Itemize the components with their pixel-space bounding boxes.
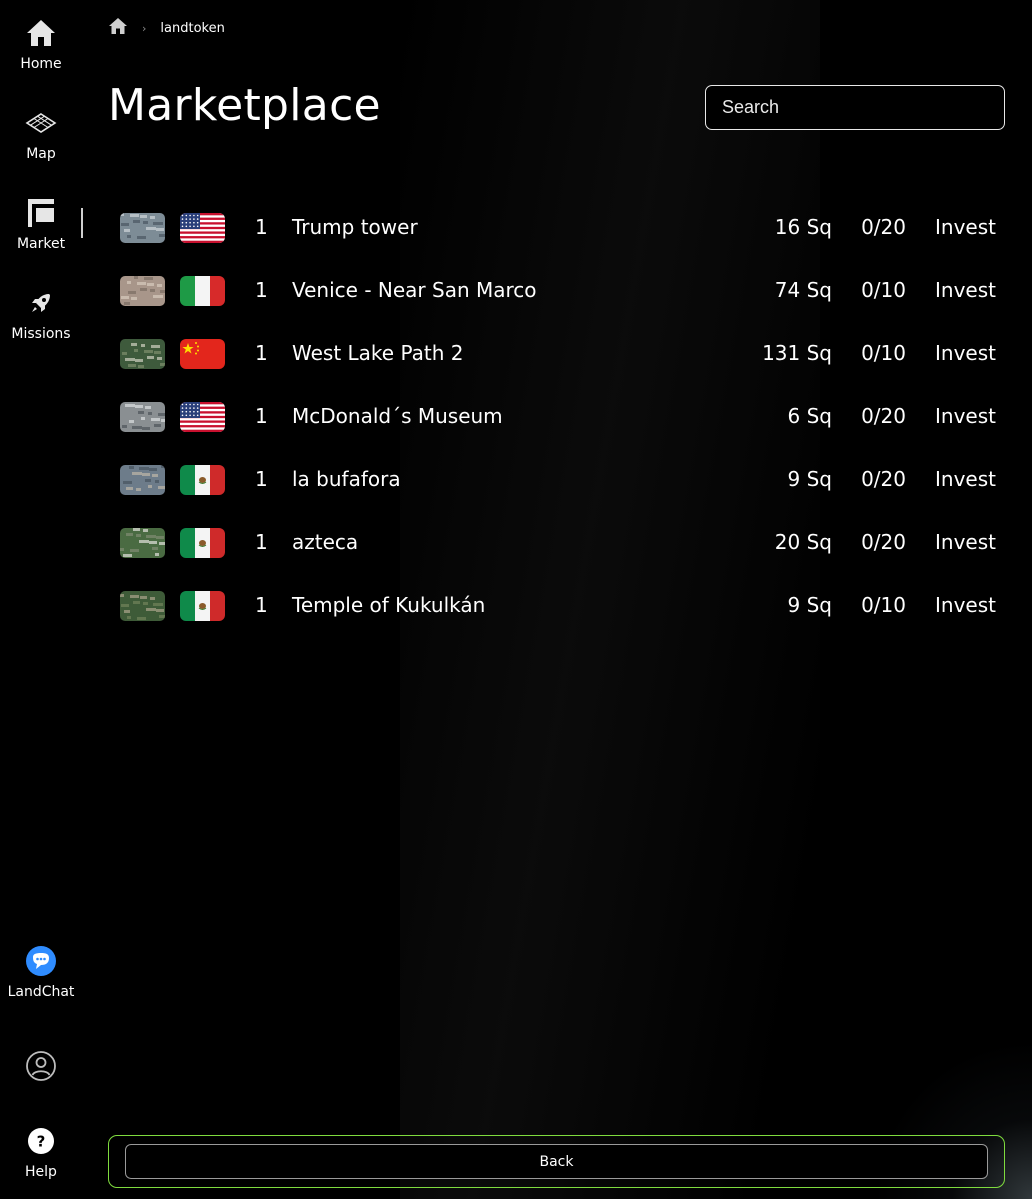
country-flag-icon bbox=[180, 339, 225, 369]
nav-home[interactable]: Home bbox=[0, 16, 82, 72]
listing-name[interactable]: Venice - Near San Marco bbox=[292, 278, 537, 302]
property-thumbnail bbox=[120, 402, 165, 432]
listing-table: 1 Trump tower 16 Sq 0/20 Invest 1 Venice - Nea… bbox=[108, 196, 1008, 637]
home-icon bbox=[24, 16, 58, 50]
chevron-right-icon: › bbox=[142, 21, 147, 35]
nav-help[interactable]: ? Help bbox=[0, 1124, 82, 1180]
country-flag-icon bbox=[180, 465, 225, 495]
page-title: Marketplace bbox=[108, 80, 381, 131]
listing-slots: 0/10 bbox=[861, 341, 906, 365]
listing-name[interactable]: Temple of Kukulkán bbox=[292, 593, 485, 617]
breadcrumb-home-icon[interactable] bbox=[108, 17, 128, 39]
country-flag-icon bbox=[180, 276, 225, 306]
nav-profile[interactable] bbox=[0, 1049, 82, 1083]
listing-name[interactable]: azteca bbox=[292, 530, 358, 554]
country-flag-icon bbox=[180, 528, 225, 558]
invest-button[interactable]: Invest bbox=[935, 404, 996, 428]
nav-landchat-label: LandChat bbox=[7, 984, 75, 1000]
listing-size: 20 Sq bbox=[774, 530, 832, 554]
listing-quantity: 1 bbox=[255, 530, 268, 554]
invest-button[interactable]: Invest bbox=[935, 593, 996, 617]
rocket-icon bbox=[24, 286, 58, 320]
listing-row[interactable]: 1 la bufafora 9 Sq 0/20 Invest bbox=[108, 448, 1008, 511]
listing-quantity: 1 bbox=[255, 593, 268, 617]
svg-text:?: ? bbox=[37, 1133, 46, 1151]
listing-row[interactable]: 1 Trump tower 16 Sq 0/20 Invest bbox=[108, 196, 1008, 259]
nav-map[interactable]: Map bbox=[0, 106, 82, 162]
listing-quantity: 1 bbox=[255, 341, 268, 365]
back-button[interactable]: Back bbox=[125, 1144, 988, 1179]
listing-slots: 0/20 bbox=[861, 530, 906, 554]
property-thumbnail bbox=[120, 465, 165, 495]
listing-size: 74 Sq bbox=[774, 278, 832, 302]
nav-help-label: Help bbox=[25, 1164, 57, 1180]
listing-slots: 0/20 bbox=[861, 215, 906, 239]
country-flag-icon bbox=[180, 591, 225, 621]
property-thumbnail bbox=[120, 339, 165, 369]
market-icon bbox=[24, 196, 58, 230]
property-thumbnail bbox=[120, 276, 165, 306]
listing-row[interactable]: 1 West Lake Path 2 131 Sq 0/10 Invest bbox=[108, 322, 1008, 385]
help-icon: ? bbox=[24, 1124, 58, 1158]
listing-name[interactable]: la bufafora bbox=[292, 467, 401, 491]
nav-market[interactable]: Market bbox=[0, 196, 83, 252]
property-thumbnail bbox=[120, 591, 165, 621]
listing-quantity: 1 bbox=[255, 215, 268, 239]
property-thumbnail bbox=[120, 213, 165, 243]
invest-button[interactable]: Invest bbox=[935, 341, 996, 365]
country-flag-icon bbox=[180, 213, 225, 243]
nav-landchat[interactable]: LandChat bbox=[0, 944, 82, 1000]
listing-slots: 0/20 bbox=[861, 404, 906, 428]
listing-row[interactable]: 1 Temple of Kukulkán 9 Sq 0/10 Invest bbox=[108, 574, 1008, 637]
nav-missions-label: Missions bbox=[11, 326, 71, 342]
listing-quantity: 1 bbox=[255, 467, 268, 491]
nav-map-label: Map bbox=[26, 146, 56, 162]
nav-market-label: Market bbox=[16, 236, 66, 252]
breadcrumb-current[interactable]: landtoken bbox=[160, 21, 224, 36]
back-button-container: Back bbox=[108, 1135, 1005, 1188]
listing-slots: 0/10 bbox=[861, 278, 906, 302]
country-flag-icon bbox=[180, 402, 225, 432]
listing-slots: 0/10 bbox=[861, 593, 906, 617]
breadcrumb: › landtoken bbox=[108, 17, 225, 39]
search-input[interactable] bbox=[705, 85, 1005, 130]
invest-button[interactable]: Invest bbox=[935, 530, 996, 554]
listing-size: 6 Sq bbox=[787, 404, 832, 428]
listing-quantity: 1 bbox=[255, 278, 268, 302]
invest-button[interactable]: Invest bbox=[935, 215, 996, 239]
listing-size: 131 Sq bbox=[762, 341, 832, 365]
listing-row[interactable]: 1 Venice - Near San Marco 74 Sq 0/10 Invest bbox=[108, 259, 1008, 322]
user-icon bbox=[24, 1049, 58, 1083]
sidebar: Home Map Market Missions LandChat ? Help bbox=[0, 0, 83, 1199]
nav-missions[interactable]: Missions bbox=[0, 286, 82, 342]
listing-name[interactable]: Trump tower bbox=[292, 215, 418, 239]
invest-button[interactable]: Invest bbox=[935, 278, 996, 302]
listing-quantity: 1 bbox=[255, 404, 268, 428]
chat-icon bbox=[24, 944, 58, 978]
listing-name[interactable]: West Lake Path 2 bbox=[292, 341, 463, 365]
listing-row[interactable]: 1 azteca 20 Sq 0/20 Invest bbox=[108, 511, 1008, 574]
listing-row[interactable]: 1 McDonald´s Museum 6 Sq 0/20 Invest bbox=[108, 385, 1008, 448]
map-icon bbox=[24, 106, 58, 140]
listing-size: 9 Sq bbox=[787, 593, 832, 617]
invest-button[interactable]: Invest bbox=[935, 467, 996, 491]
listing-size: 9 Sq bbox=[787, 467, 832, 491]
listing-name[interactable]: McDonald´s Museum bbox=[292, 404, 503, 428]
listing-slots: 0/20 bbox=[861, 467, 906, 491]
property-thumbnail bbox=[120, 528, 165, 558]
nav-home-label: Home bbox=[20, 56, 62, 72]
listing-size: 16 Sq bbox=[774, 215, 832, 239]
